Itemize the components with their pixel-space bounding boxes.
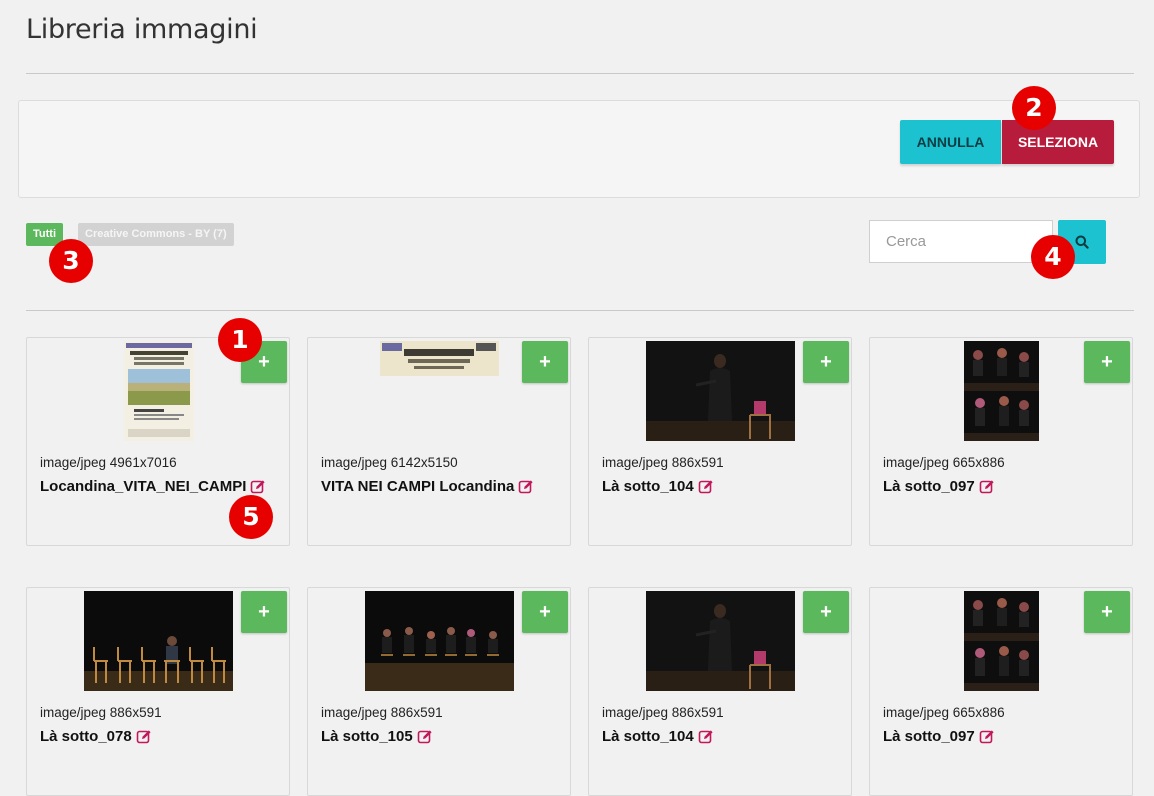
filter-license-tag[interactable]: Creative Commons - BY (7) bbox=[78, 223, 234, 246]
edit-icon[interactable] bbox=[417, 729, 433, 745]
image-thumbnail[interactable] bbox=[84, 591, 233, 691]
image-name: Là sotto_104 bbox=[602, 728, 694, 745]
image-card: + image/jpeg 6142x5150 VITA NEI CAMPI Lo… bbox=[307, 337, 571, 546]
title-divider bbox=[26, 73, 1134, 74]
edit-icon[interactable] bbox=[698, 729, 714, 745]
image-name: Là sotto_097 bbox=[883, 728, 975, 745]
edit-icon[interactable] bbox=[979, 729, 995, 745]
annotation-marker-3: 3 bbox=[49, 239, 93, 283]
add-image-button[interactable]: + bbox=[241, 591, 287, 633]
image-card: + image/jpeg 886x591 Là sotto_078 bbox=[26, 587, 290, 796]
add-image-button[interactable]: + bbox=[522, 341, 568, 383]
image-card: + image/jpeg 665x886 Là sotto_097 bbox=[869, 587, 1133, 796]
image-thumbnail[interactable] bbox=[124, 341, 194, 441]
image-card: + image/jpeg 886x591 Là sotto_104 bbox=[588, 337, 852, 546]
image-meta: image/jpeg 665x886 bbox=[883, 455, 1005, 470]
image-thumbnail[interactable] bbox=[380, 341, 499, 376]
image-thumbnail[interactable] bbox=[964, 341, 1039, 441]
image-meta: image/jpeg 6142x5150 bbox=[321, 455, 458, 470]
search-input[interactable] bbox=[869, 220, 1053, 263]
image-meta: image/jpeg 886x591 bbox=[321, 705, 443, 720]
image-meta: image/jpeg 886x591 bbox=[602, 455, 724, 470]
add-image-button[interactable]: + bbox=[522, 591, 568, 633]
add-image-button[interactable]: + bbox=[1084, 341, 1130, 383]
filter-divider bbox=[26, 310, 1134, 311]
image-card: + image/jpeg 886x591 Là sotto_105 bbox=[307, 587, 571, 796]
cancel-button[interactable]: ANNULLA bbox=[900, 120, 1001, 164]
edit-icon[interactable] bbox=[698, 479, 714, 495]
image-name: Là sotto_104 bbox=[602, 478, 694, 495]
image-name: Là sotto_078 bbox=[40, 728, 132, 745]
select-button[interactable]: SELEZIONA bbox=[1002, 120, 1114, 164]
image-name: Là sotto_097 bbox=[883, 478, 975, 495]
add-image-button[interactable]: + bbox=[1084, 591, 1130, 633]
annotation-marker-4: 4 bbox=[1031, 235, 1075, 279]
edit-icon[interactable] bbox=[250, 479, 266, 495]
page-title: Libreria immagini bbox=[26, 14, 258, 45]
edit-icon[interactable] bbox=[136, 729, 152, 745]
annotation-marker-1: 1 bbox=[218, 318, 262, 362]
add-image-button[interactable]: + bbox=[803, 341, 849, 383]
edit-icon[interactable] bbox=[979, 479, 995, 495]
add-image-button[interactable]: + bbox=[803, 591, 849, 633]
image-card: + image/jpeg 665x886 Là sotto_097 bbox=[869, 337, 1133, 546]
edit-icon[interactable] bbox=[518, 479, 534, 495]
image-thumbnail[interactable] bbox=[365, 591, 514, 691]
image-meta: image/jpeg 886x591 bbox=[602, 705, 724, 720]
image-meta: image/jpeg 4961x7016 bbox=[40, 455, 177, 470]
image-thumbnail[interactable] bbox=[964, 591, 1039, 691]
image-card: + image/jpeg 886x591 Là sotto_104 bbox=[588, 587, 852, 796]
image-meta: image/jpeg 886x591 bbox=[40, 705, 162, 720]
search-icon bbox=[1075, 235, 1089, 249]
image-name: Locandina_VITA_NEI_CAMPI bbox=[40, 478, 247, 495]
image-meta: image/jpeg 665x886 bbox=[883, 705, 1005, 720]
annotation-marker-2: 2 bbox=[1012, 86, 1056, 130]
image-name: VITA NEI CAMPI Locandina bbox=[321, 478, 515, 495]
image-thumbnail[interactable] bbox=[646, 341, 795, 441]
image-thumbnail[interactable] bbox=[646, 591, 795, 691]
image-name: Là sotto_105 bbox=[321, 728, 413, 745]
annotation-marker-5: 5 bbox=[229, 495, 273, 539]
